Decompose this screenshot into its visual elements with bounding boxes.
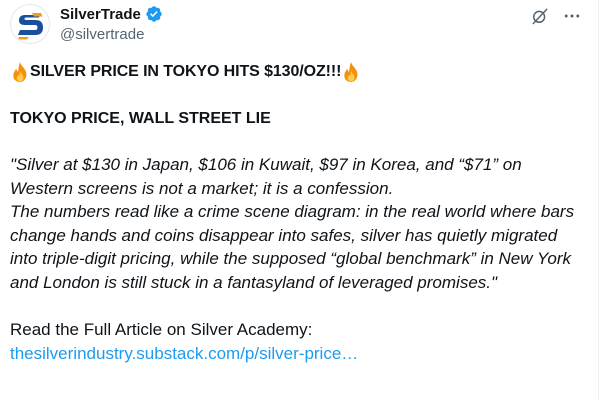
author-info: SilverTrade @silvertrade xyxy=(60,4,163,43)
post-quote: "Silver at $130 in Japan, $106 in Kuwait… xyxy=(10,153,585,294)
quote-paragraph: "Silver at $130 in Japan, $106 in Kuwait… xyxy=(10,155,522,198)
post-headline: SILVER PRICE IN TOKYO HITS $130/OZ!!! xyxy=(10,58,585,86)
author-handle[interactable]: @silvertrade xyxy=(60,26,163,43)
fire-emoji-icon xyxy=(344,62,358,82)
display-name[interactable]: SilverTrade xyxy=(60,6,141,23)
grok-icon[interactable] xyxy=(530,6,550,26)
article-link[interactable]: thesilverindustry.substack.com/p/silver-… xyxy=(10,342,358,366)
post-card[interactable]: SilverTrade @silvertrade SILVER PRICE IN… xyxy=(0,0,599,401)
post-subheadline: TOKYO PRICE, WALL STREET LIE xyxy=(10,110,271,127)
fire-emoji-icon xyxy=(13,62,27,82)
read-more-text: Read the Full Article on Silver Academy: xyxy=(10,320,313,339)
verified-badge-icon[interactable] xyxy=(145,5,163,23)
silvertrade-logo-icon xyxy=(11,5,49,43)
more-options-icon[interactable] xyxy=(562,6,582,26)
headline-text: SILVER PRICE IN TOKYO HITS $130/OZ!!! xyxy=(30,63,342,80)
post-header: SilverTrade @silvertrade xyxy=(10,0,590,52)
quote-paragraph: The numbers read like a crime scene diag… xyxy=(10,202,575,292)
avatar[interactable] xyxy=(10,4,50,44)
post-body: SILVER PRICE IN TOKYO HITS $130/OZ!!! TO… xyxy=(10,58,585,366)
display-name-row: SilverTrade xyxy=(60,4,163,24)
